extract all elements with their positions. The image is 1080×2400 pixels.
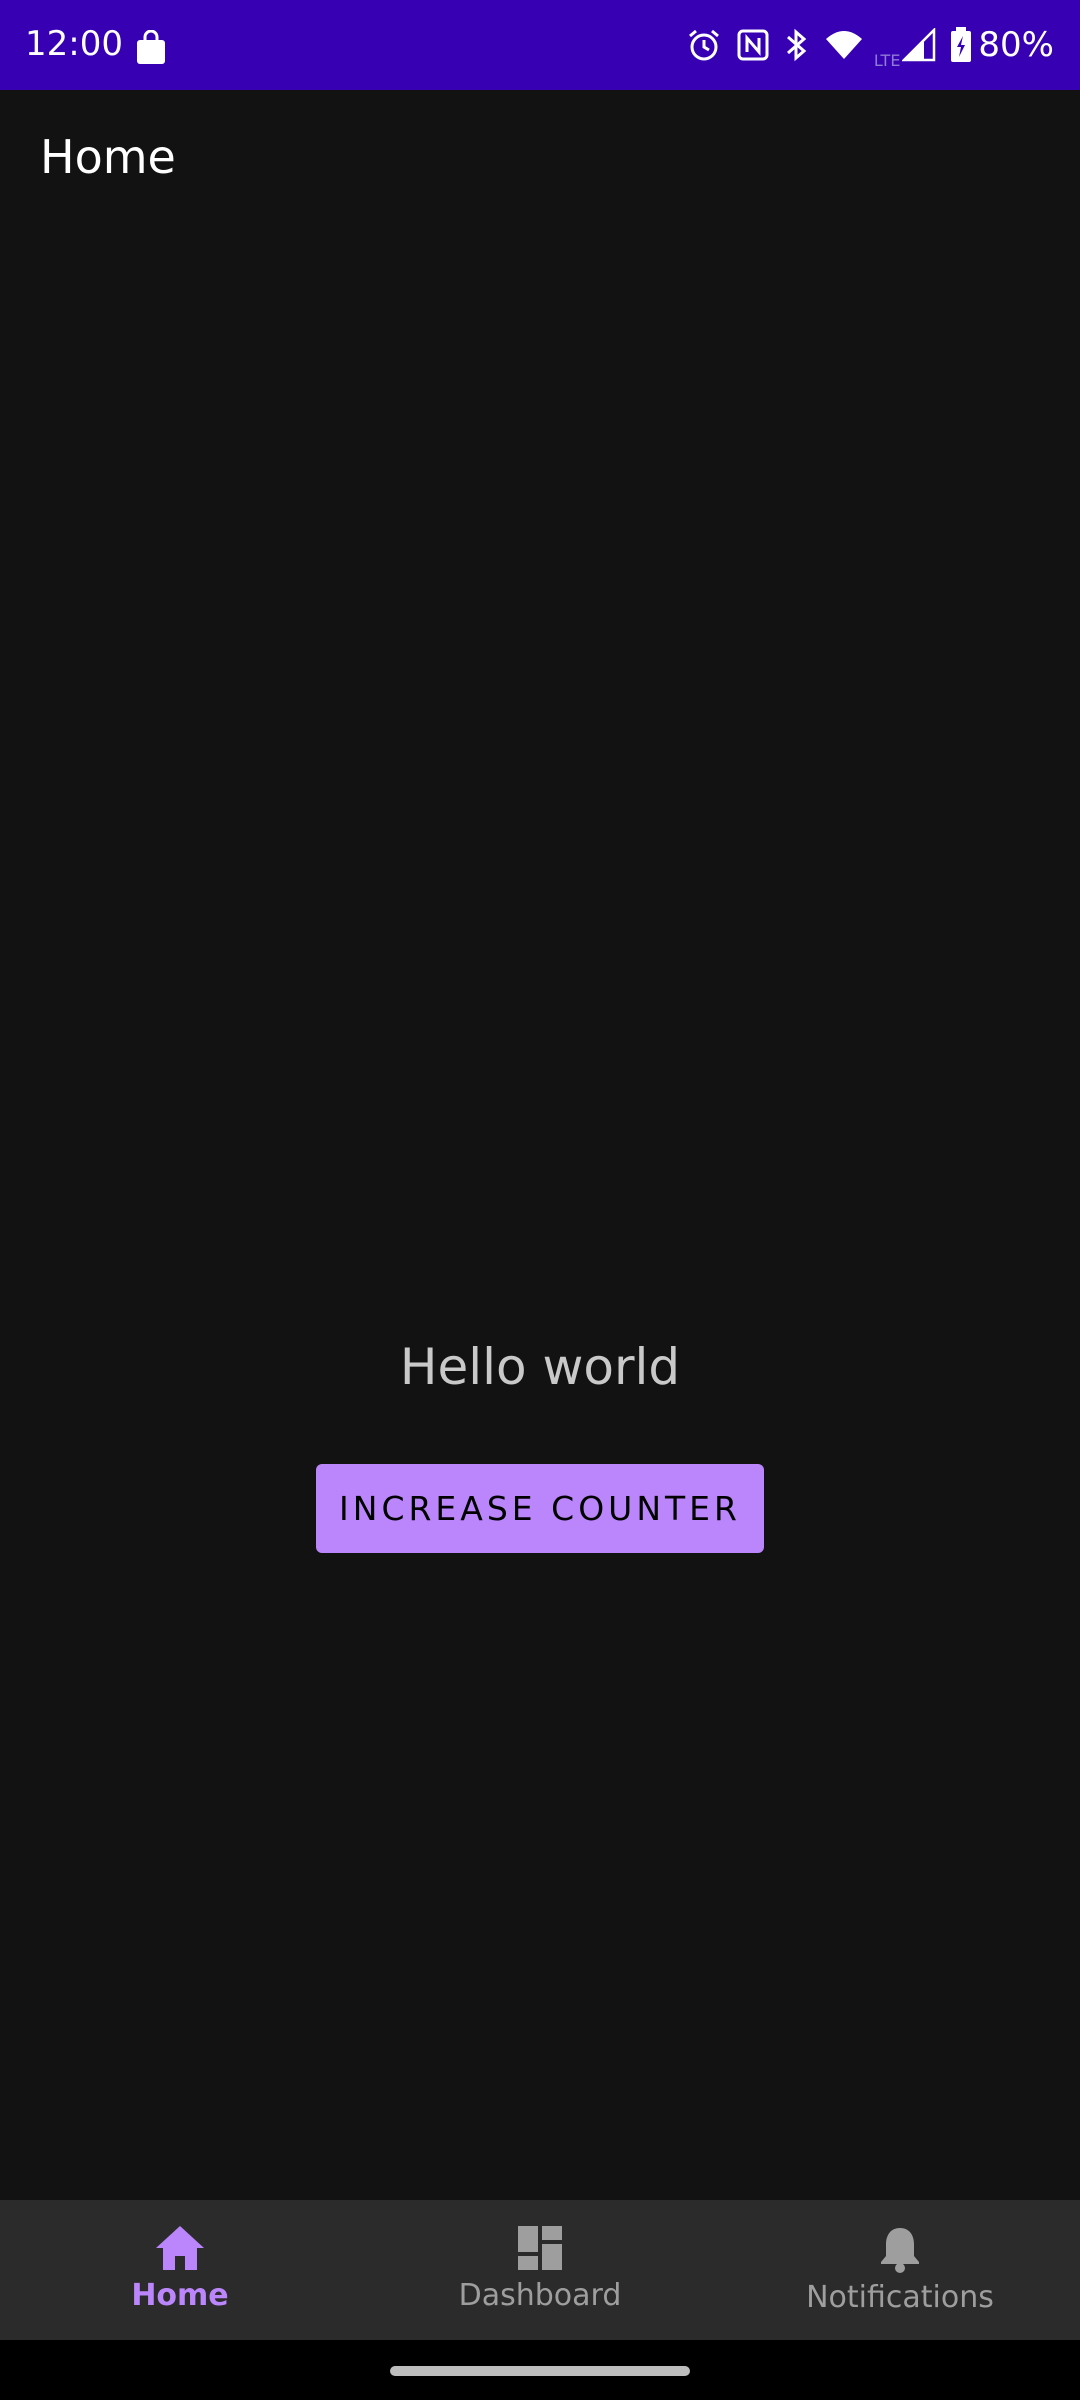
- network-type-label: LTE: [873, 51, 901, 70]
- page-title: Home: [40, 130, 176, 184]
- gesture-handle[interactable]: [390, 2366, 690, 2376]
- nav-item-dashboard[interactable]: Dashboard: [360, 2200, 720, 2340]
- alarm-icon: [672, 27, 722, 63]
- wifi-icon: [810, 29, 864, 61]
- shopping-bag-icon: [135, 29, 167, 70]
- bell-icon: [877, 2224, 923, 2274]
- status-time: 12:00: [25, 24, 123, 64]
- battery-percentage: 80%: [978, 25, 1054, 65]
- gesture-navigation-bar: [0, 2340, 1080, 2400]
- status-icons: LTE 80%: [672, 20, 1054, 70]
- dashboard-icon: [516, 2224, 564, 2272]
- signal-icon: [900, 28, 936, 62]
- nfc-icon: [722, 28, 770, 62]
- battery-charging-icon: [936, 27, 972, 63]
- bluetooth-icon: [770, 27, 810, 63]
- nav-item-notifications[interactable]: Notifications: [720, 2200, 1080, 2340]
- nav-item-home[interactable]: Home: [0, 2200, 360, 2340]
- nav-label-home: Home: [131, 2278, 229, 2313]
- nav-label-notifications: Notifications: [806, 2280, 994, 2315]
- nav-label-dashboard: Dashboard: [458, 2278, 622, 2313]
- status-bar: 12:00 LTE 80%: [0, 0, 1080, 90]
- hello-message: Hello world: [399, 1338, 681, 1396]
- bottom-navigation: Home Dashboard Notifications: [0, 2200, 1080, 2340]
- increase-counter-button[interactable]: INCREASE COUNTER: [316, 1464, 764, 1553]
- home-icon: [154, 2224, 206, 2272]
